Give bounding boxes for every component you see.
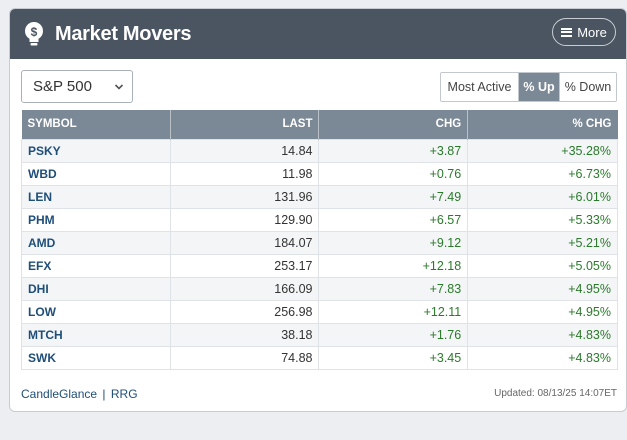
- row-chg: +7.49: [318, 184, 469, 209]
- column-header-pct-chg[interactable]: % CHG: [467, 110, 618, 139]
- table-row[interactable]: DHI 166.09 +7.83 +4.95%: [21, 276, 618, 301]
- movers-table: SYMBOL LAST CHG % CHG PSKY 14.84 +3.87 +…: [21, 110, 618, 370]
- row-chg: +1.76: [318, 322, 469, 347]
- row-chg: +3.45: [318, 345, 469, 370]
- row-symbol[interactable]: LEN: [21, 184, 171, 209]
- row-chg: +7.83: [318, 276, 469, 301]
- row-last: 184.07: [169, 230, 320, 255]
- row-pct-chg: +5.05%: [467, 253, 618, 278]
- table-row[interactable]: PHM 129.90 +6.57 +5.33%: [21, 207, 618, 232]
- row-last: 14.84: [169, 138, 320, 163]
- row-chg: +12.11: [318, 299, 469, 324]
- index-select-value: S&P 500: [33, 78, 92, 95]
- row-chg: +12.18: [318, 253, 469, 278]
- row-symbol[interactable]: SWK: [21, 345, 171, 370]
- column-header-symbol[interactable]: SYMBOL: [21, 110, 171, 139]
- table-row[interactable]: LEN 131.96 +7.49 +6.01%: [21, 184, 618, 209]
- row-pct-chg: +6.01%: [467, 184, 618, 209]
- row-symbol[interactable]: PHM: [21, 207, 171, 232]
- updated-timestamp: Updated: 08/13/25 14:07ET: [494, 388, 617, 399]
- rrg-link[interactable]: RRG: [111, 387, 138, 401]
- row-last: 166.09: [169, 276, 320, 301]
- footer-separator: |: [102, 387, 106, 401]
- table-row[interactable]: EFX 253.17 +12.18 +5.05%: [21, 253, 618, 278]
- row-pct-chg: +4.95%: [467, 276, 618, 301]
- row-symbol[interactable]: DHI: [21, 276, 171, 301]
- row-symbol[interactable]: EFX: [21, 253, 171, 278]
- table-row[interactable]: PSKY 14.84 +3.87 +35.28%: [21, 138, 618, 163]
- table-row[interactable]: WBD 11.98 +0.76 +6.73%: [21, 161, 618, 186]
- filter-most-active[interactable]: Most Active: [441, 73, 518, 101]
- row-last: 11.98: [169, 161, 320, 186]
- row-last: 129.90: [169, 207, 320, 232]
- row-symbol[interactable]: AMD: [21, 230, 171, 255]
- row-symbol[interactable]: WBD: [21, 161, 171, 186]
- movers-filter-group: Most Active % Up % Down: [440, 72, 617, 102]
- panel-header: $ Market Movers More: [10, 9, 626, 59]
- column-header-last[interactable]: LAST: [170, 110, 320, 139]
- filter-pct-down[interactable]: % Down: [559, 73, 616, 101]
- row-pct-chg: +5.33%: [467, 207, 618, 232]
- row-last: 253.17: [169, 253, 320, 278]
- candleglance-link[interactable]: CandleGlance: [21, 387, 97, 401]
- row-chg: +3.87: [318, 138, 469, 163]
- row-last: 38.18: [169, 322, 320, 347]
- row-symbol[interactable]: MTCH: [21, 322, 171, 347]
- table-row[interactable]: LOW 256.98 +12.11 +4.95%: [21, 299, 618, 324]
- row-symbol[interactable]: LOW: [21, 299, 171, 324]
- hamburger-icon: [561, 27, 573, 37]
- lightbulb-icon: $: [25, 22, 43, 46]
- row-pct-chg: +4.83%: [467, 322, 618, 347]
- row-pct-chg: +4.83%: [467, 345, 618, 370]
- row-chg: +0.76: [318, 161, 469, 186]
- row-pct-chg: +6.73%: [467, 161, 618, 186]
- row-last: 256.98: [169, 299, 320, 324]
- svg-text:$: $: [31, 25, 38, 39]
- index-select[interactable]: S&P 500: [21, 70, 133, 103]
- table-header-row: SYMBOL LAST CHG % CHG: [21, 110, 618, 139]
- chevron-down-icon: [114, 84, 124, 90]
- table-row[interactable]: SWK 74.88 +3.45 +4.83%: [21, 345, 618, 370]
- table-row[interactable]: MTCH 38.18 +1.76 +4.83%: [21, 322, 618, 347]
- more-button-label: More: [577, 24, 607, 40]
- row-pct-chg: +35.28%: [467, 138, 618, 163]
- row-symbol[interactable]: PSKY: [21, 138, 171, 163]
- row-pct-chg: +5.21%: [467, 230, 618, 255]
- panel-title: Market Movers: [55, 22, 192, 45]
- market-movers-panel: $ Market Movers More S&P 500 Most Active…: [9, 8, 627, 412]
- table-row[interactable]: AMD 184.07 +9.12 +5.21%: [21, 230, 618, 255]
- row-pct-chg: +4.95%: [467, 299, 618, 324]
- more-button[interactable]: More: [552, 18, 616, 46]
- row-chg: +9.12: [318, 230, 469, 255]
- filter-pct-up[interactable]: % Up: [518, 73, 559, 101]
- column-header-chg[interactable]: CHG: [318, 110, 469, 139]
- row-chg: +6.57: [318, 207, 469, 232]
- footer-links: CandleGlance | RRG: [21, 387, 138, 401]
- row-last: 74.88: [169, 345, 320, 370]
- row-last: 131.96: [169, 184, 320, 209]
